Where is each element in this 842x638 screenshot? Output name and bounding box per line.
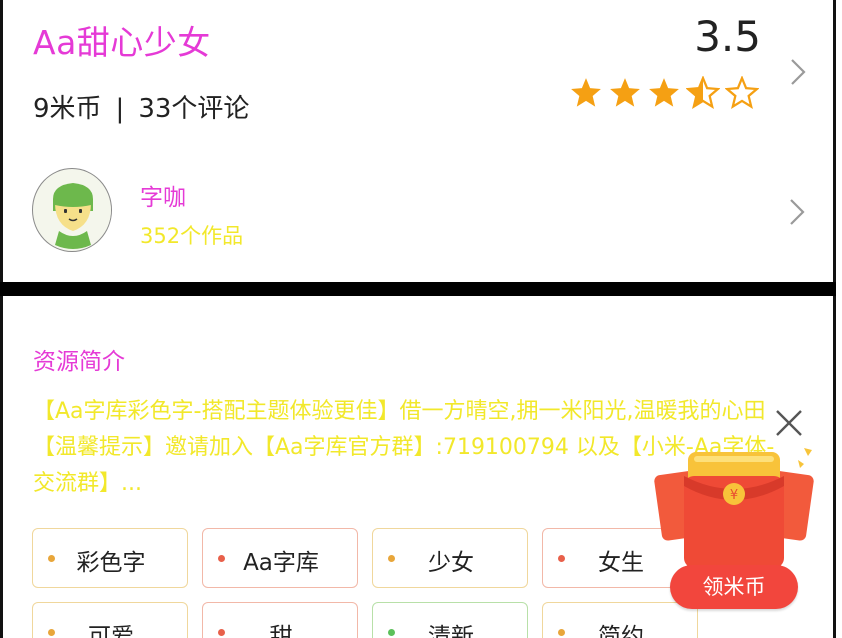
meta-separator: |: [115, 94, 125, 124]
chevron-right-icon[interactable]: [789, 198, 805, 226]
star-icon: [610, 78, 640, 107]
author-avatar: [32, 168, 112, 252]
author-works-count: 352个作品: [140, 224, 244, 248]
tag-label: 彩色字: [76, 550, 146, 576]
tag-chip[interactable]: 清新: [372, 602, 528, 638]
intro-heading: 资源简介: [33, 349, 125, 375]
star-icon: [571, 78, 601, 107]
font-title: Aa甜心少女: [33, 23, 211, 62]
tag-chip[interactable]: 可爱: [32, 602, 188, 638]
svg-text:¥: ¥: [730, 488, 738, 503]
star-icon: [649, 78, 679, 107]
tag-label: 少女: [428, 550, 474, 576]
tag-label: 简约: [598, 624, 644, 638]
claim-coins-button[interactable]: 领米币: [670, 565, 798, 609]
tag-chip[interactable]: 彩色字: [32, 528, 188, 588]
red-envelope-icon[interactable]: ¥: [654, 446, 814, 572]
price-label: 9米币: [33, 94, 102, 124]
half-star-icon: [686, 76, 720, 110]
tag-label: 清新: [428, 624, 474, 638]
empty-star-icon: [725, 76, 759, 110]
tag-chip[interactable]: 简约: [542, 602, 698, 638]
author-name: 字咖: [140, 185, 186, 211]
frame-border-left: [0, 0, 3, 638]
tag-chip[interactable]: Aa字库: [202, 528, 358, 588]
outside-area: [836, 0, 842, 638]
avatar-face-icon: [35, 173, 111, 249]
chevron-right-icon[interactable]: [790, 58, 806, 86]
rating-value: 3.5: [694, 12, 761, 61]
section-divider: [0, 282, 836, 296]
author-row[interactable]: 字咖 352个作品: [32, 168, 812, 258]
close-icon[interactable]: [772, 406, 806, 440]
tag-label: 甜: [269, 624, 293, 638]
resource-header[interactable]: Aa甜心少女 9米币 | 33个评论 3.5: [33, 12, 813, 125]
star-rating: [569, 76, 769, 116]
tag-label: Aa字库: [243, 550, 319, 576]
tag-chip[interactable]: 少女: [372, 528, 528, 588]
resource-meta: 9米币 | 33个评论: [33, 88, 249, 125]
tag-chip[interactable]: 甜: [202, 602, 358, 638]
comment-count: 33个评论: [138, 94, 250, 124]
tag-label: 可爱: [88, 624, 134, 638]
